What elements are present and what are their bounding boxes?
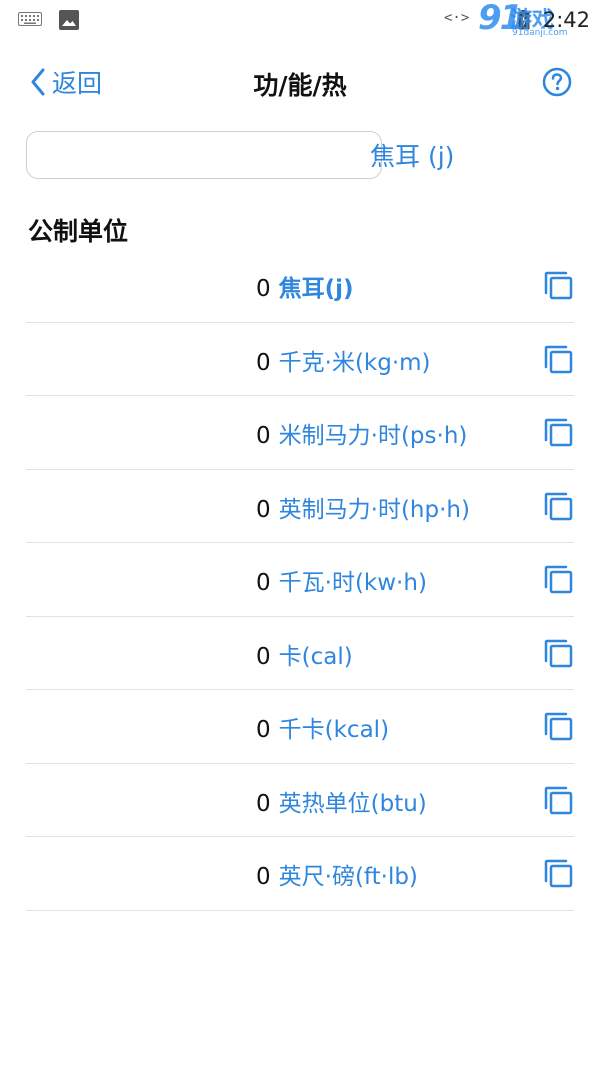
unit-row-text: 0 英尺·磅(ft·lb) bbox=[256, 857, 418, 891]
unit-value: 0 bbox=[256, 643, 271, 670]
value-input[interactable] bbox=[26, 131, 382, 179]
unit-row[interactable]: 0 英尺·磅(ft·lb) bbox=[26, 837, 574, 911]
unit-row[interactable]: 0 焦耳(j) bbox=[26, 249, 574, 323]
copy-icon[interactable] bbox=[542, 784, 574, 816]
unit-list: 0 焦耳(j) 0 千克·米(kg·m) 0 米制马力·时(ps·h) 0 英制马力·时… bbox=[26, 249, 574, 911]
unit-value: 0 bbox=[256, 790, 271, 817]
unit-row-text: 0 焦耳(j) bbox=[256, 269, 354, 303]
unit-selector[interactable]: 焦耳 (j) bbox=[370, 137, 454, 173]
copy-icon[interactable] bbox=[542, 563, 574, 595]
unit-row-text: 0 英热单位(btu) bbox=[256, 784, 427, 818]
unit-label: 千卡(kcal) bbox=[278, 717, 390, 743]
status-bar: <·> 91 游戏 91danji.com 2:42 bbox=[0, 0, 600, 40]
unit-label: 英热单位(btu) bbox=[278, 790, 427, 817]
unit-value: 0 bbox=[256, 423, 271, 449]
unit-row[interactable]: 0 千瓦·时(kw·h) bbox=[26, 543, 574, 617]
copy-icon[interactable] bbox=[542, 857, 574, 889]
copy-icon[interactable] bbox=[542, 710, 574, 742]
input-row: 焦耳 (j) bbox=[26, 131, 574, 183]
unit-row[interactable]: 0 米制马力·时(ps·h) bbox=[26, 396, 574, 470]
unit-value: 0 bbox=[256, 496, 271, 523]
unit-row[interactable]: 0 千卡(kcal) bbox=[26, 690, 574, 764]
unit-row-text: 0 卡(cal) bbox=[256, 637, 353, 671]
copy-icon[interactable] bbox=[542, 637, 574, 669]
unit-row[interactable]: 0 英制马力·时(hp·h) bbox=[26, 470, 574, 543]
image-icon bbox=[59, 10, 79, 30]
copy-icon[interactable] bbox=[542, 343, 574, 375]
unit-label: 卡(cal) bbox=[278, 643, 353, 670]
unit-label: 米制马力·时(ps·h) bbox=[278, 423, 468, 449]
clock: 2:42 bbox=[542, 8, 590, 32]
unit-row-text: 0 米制马力·时(ps·h) bbox=[256, 416, 467, 450]
unit-label: 英制马力·时(hp·h) bbox=[278, 496, 470, 523]
unit-label: 英尺·磅(ft·lb) bbox=[278, 864, 418, 890]
unit-value: 0 bbox=[256, 864, 271, 890]
unit-value: 0 bbox=[256, 717, 271, 743]
unit-value: 0 bbox=[256, 349, 271, 376]
unit-label: 千克·米(kg·m) bbox=[278, 349, 431, 376]
section-title: 公制单位 bbox=[28, 217, 129, 246]
unit-label: 焦耳(j) bbox=[278, 276, 354, 302]
unit-row-text: 0 千瓦·时(kw·h) bbox=[256, 563, 427, 597]
copy-icon[interactable] bbox=[542, 416, 574, 448]
copy-icon[interactable] bbox=[542, 269, 574, 301]
unit-row-text: 0 千克·米(kg·m) bbox=[256, 343, 431, 377]
page-title: 功/能/热 bbox=[253, 71, 347, 100]
unit-row[interactable]: 0 千克·米(kg·m) bbox=[26, 323, 574, 396]
help-circle-icon[interactable] bbox=[542, 67, 572, 97]
unit-row-text: 0 英制马力·时(hp·h) bbox=[256, 490, 470, 524]
unit-value: 0 bbox=[256, 276, 271, 302]
copy-icon[interactable] bbox=[542, 490, 574, 522]
keyboard-icon bbox=[18, 12, 42, 26]
unit-row[interactable]: 0 卡(cal) bbox=[26, 617, 574, 690]
unit-row[interactable]: 0 英热单位(btu) bbox=[26, 764, 574, 837]
nfc-icon: <·> bbox=[444, 10, 470, 26]
nav-bar: 返回 功/能/热 bbox=[0, 50, 600, 114]
unit-value: 0 bbox=[256, 570, 271, 596]
unit-row-text: 0 千卡(kcal) bbox=[256, 710, 389, 744]
unit-label: 千瓦·时(kw·h) bbox=[278, 570, 427, 596]
